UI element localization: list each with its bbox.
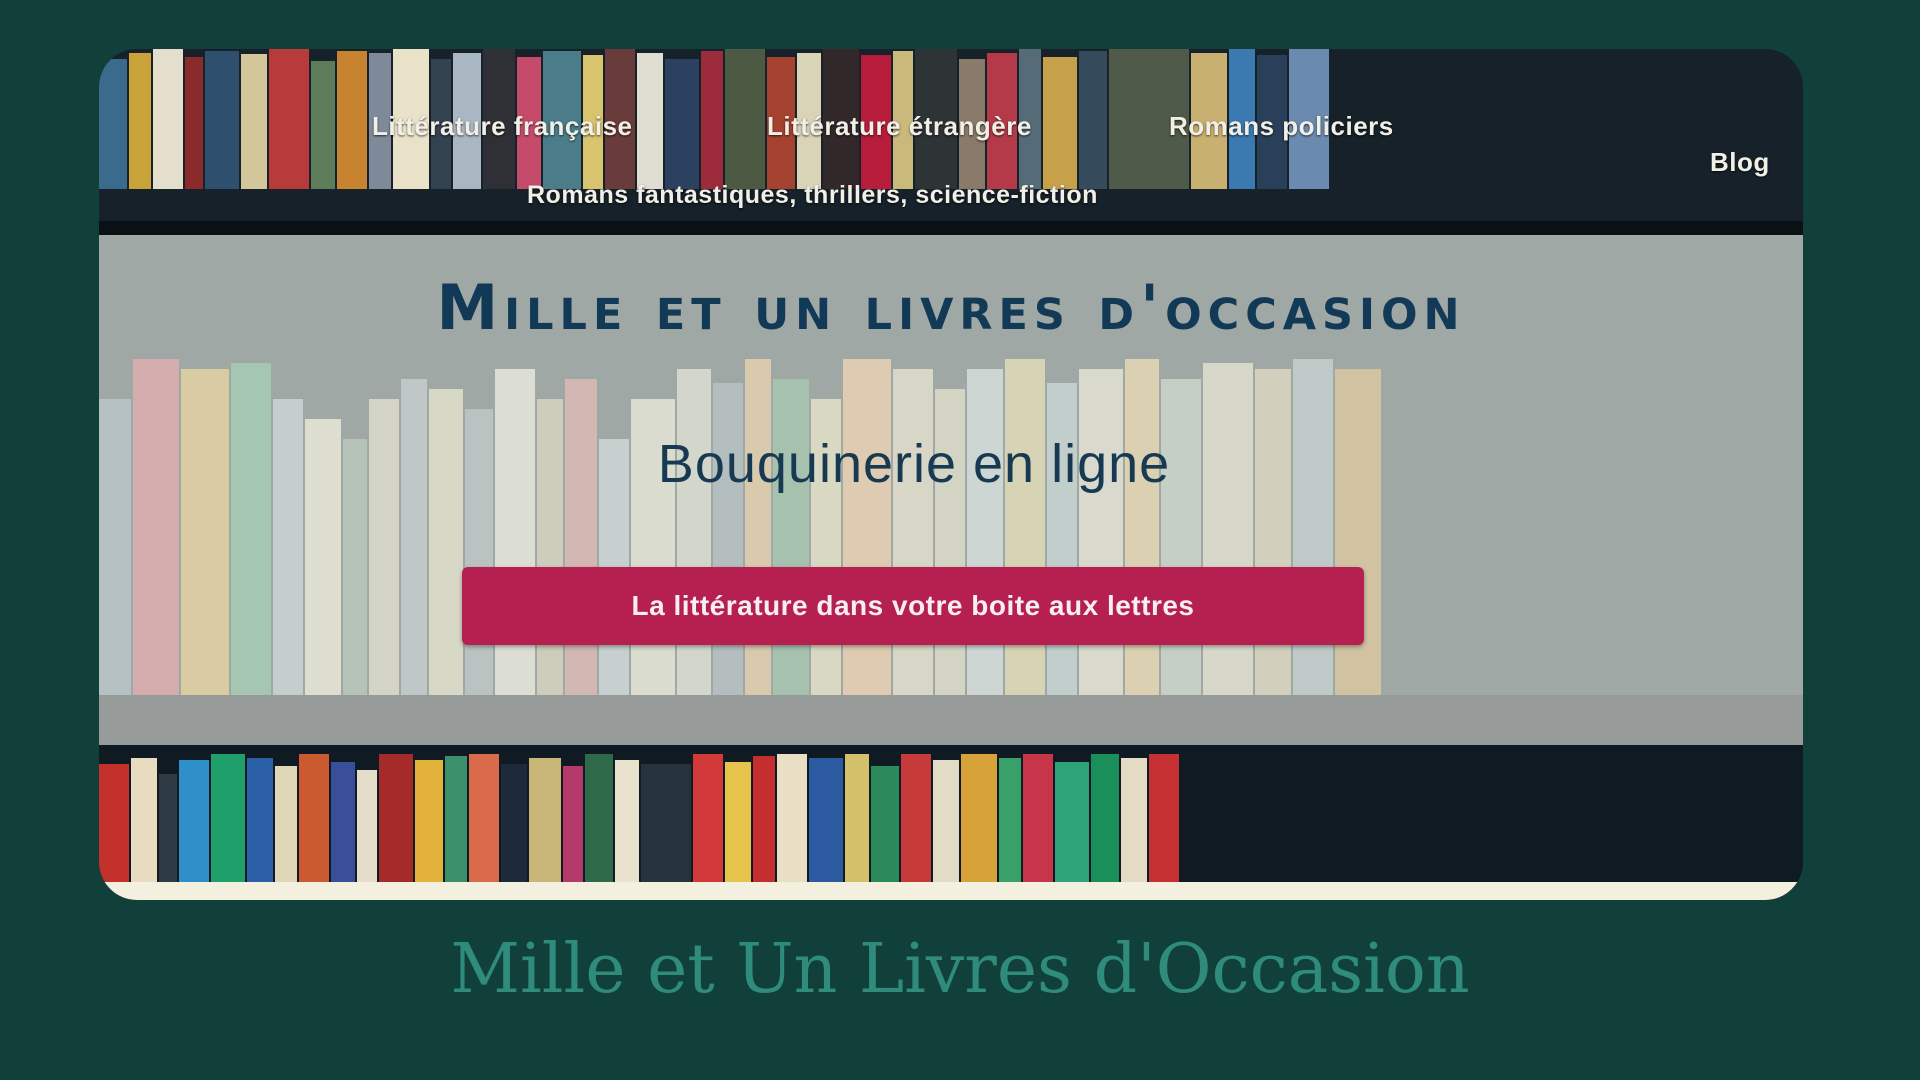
- hero-subtitle: Bouquinerie en ligne: [657, 434, 1171, 494]
- top-navigation: Littérature française Littérature étrang…: [99, 49, 1803, 235]
- nav-link-litterature-etrangere[interactable]: Littérature étrangère: [767, 111, 1032, 142]
- book-spines-bottom: [99, 749, 1803, 884]
- nav-link-litterature-francaise[interactable]: Littérature française: [372, 111, 632, 142]
- page: Littérature française Littérature étrang…: [0, 0, 1920, 1080]
- nav-link-romans-policiers[interactable]: Romans policiers: [1169, 111, 1394, 142]
- page-caption: Mille et Un Livres d'Occasion: [450, 930, 1470, 1009]
- banner-bottom-edge: [99, 882, 1803, 900]
- hero-banner-image: Littérature française Littérature étrang…: [99, 49, 1803, 900]
- nav-link-romans-fantastiques[interactable]: Romans fantastiques, thrillers, science-…: [527, 181, 1098, 210]
- cta-button[interactable]: La littérature dans votre boite aux lett…: [462, 567, 1364, 645]
- hero-title: Mille et un livres d'occasion: [436, 271, 1466, 344]
- nav-link-blog[interactable]: Blog: [1710, 147, 1770, 178]
